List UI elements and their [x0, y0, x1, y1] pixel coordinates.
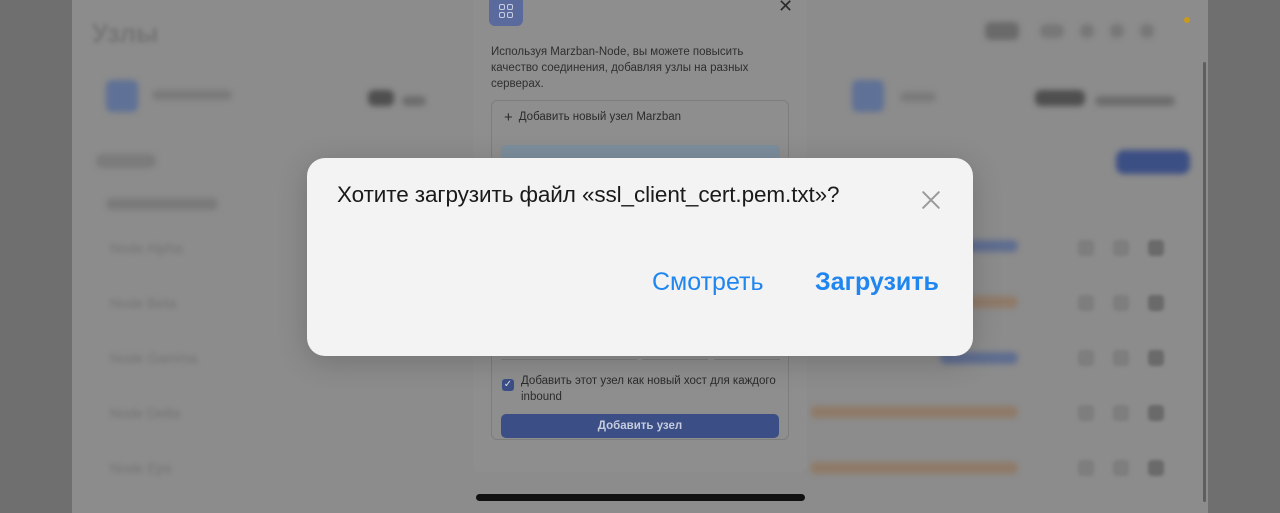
field-border [501, 359, 637, 360]
toolbar-blob [1040, 24, 1064, 38]
backdrop-left [0, 0, 72, 513]
view-button[interactable]: Смотреть [652, 268, 764, 297]
node-description: Используя Marzban-Node, вы можете повыси… [491, 46, 749, 90]
usage-bar [810, 462, 1018, 474]
table-row: Node Eps [110, 460, 172, 476]
stat-label [900, 92, 936, 102]
row-action-icon[interactable] [1113, 405, 1129, 421]
stat-value [368, 90, 394, 106]
row-action-icon[interactable] [1078, 240, 1094, 256]
stat-icon [852, 80, 884, 112]
create-button[interactable] [1116, 150, 1190, 174]
table-header [106, 198, 218, 210]
row-action-icon[interactable] [1148, 295, 1164, 311]
add-node-label: Добавить новый узел Marzban [518, 111, 682, 123]
row-action-icon[interactable] [1078, 460, 1094, 476]
alert-title: Хотите загрузить файл «ssl_client_cert.p… [337, 182, 840, 207]
page-title: Узлы [92, 18, 159, 48]
add-host-checkbox[interactable]: ✓ [502, 379, 514, 391]
row-action-icon[interactable] [1113, 460, 1129, 476]
field-border [714, 359, 780, 360]
page-scrollbar[interactable] [1203, 62, 1206, 502]
row-action-icon[interactable] [1148, 240, 1164, 256]
home-indicator[interactable] [476, 494, 805, 501]
add-node-toggle[interactable]: + Добавить новый узел Marzban [504, 108, 682, 126]
toolbar-blob [985, 22, 1019, 40]
row-action-icon[interactable] [1148, 460, 1164, 476]
add-host-option[interactable]: ✓ Добавить этот узел как новый хост для … [502, 373, 782, 405]
toolbar-blob [1110, 24, 1124, 38]
add-node-button[interactable]: Добавить узел [501, 414, 779, 438]
download-button[interactable]: Загрузить [815, 268, 939, 297]
nodes-icon [489, 0, 523, 26]
plus-icon: + [504, 108, 513, 126]
table-row: Node Alpha [110, 240, 183, 256]
stat-value [1035, 90, 1085, 106]
row-action-icon[interactable] [1113, 295, 1129, 311]
row-action-icon[interactable] [1078, 405, 1094, 421]
toolbar-blob [1140, 24, 1154, 38]
toolbar-blob [1080, 24, 1094, 38]
table-row: Node Gamma [110, 350, 198, 366]
download-alert: Хотите загрузить файл «ssl_client_cert.p… [307, 158, 973, 356]
row-action-icon[interactable] [1113, 240, 1129, 256]
close-icon[interactable] [917, 186, 945, 214]
notification-dot [1184, 17, 1190, 23]
search-input[interactable] [96, 154, 156, 168]
add-host-label: Добавить этот узел как новый хост для ка… [521, 375, 776, 403]
row-action-icon[interactable] [1148, 350, 1164, 366]
stat-unit [1095, 96, 1175, 106]
usage-bar [810, 406, 1018, 418]
row-action-icon[interactable] [1148, 405, 1164, 421]
row-action-icon[interactable] [1078, 350, 1094, 366]
table-row: Node Delta [110, 405, 181, 421]
field-border [642, 359, 708, 360]
stat-icon [106, 80, 138, 112]
close-icon[interactable]: ✕ [778, 0, 793, 17]
stat-unit [402, 96, 426, 106]
row-action-icon[interactable] [1078, 295, 1094, 311]
stat-label [152, 90, 232, 100]
backdrop-right [1208, 0, 1280, 513]
info-alert [501, 145, 780, 159]
table-row: Node Beta [110, 295, 177, 311]
row-action-icon[interactable] [1113, 350, 1129, 366]
